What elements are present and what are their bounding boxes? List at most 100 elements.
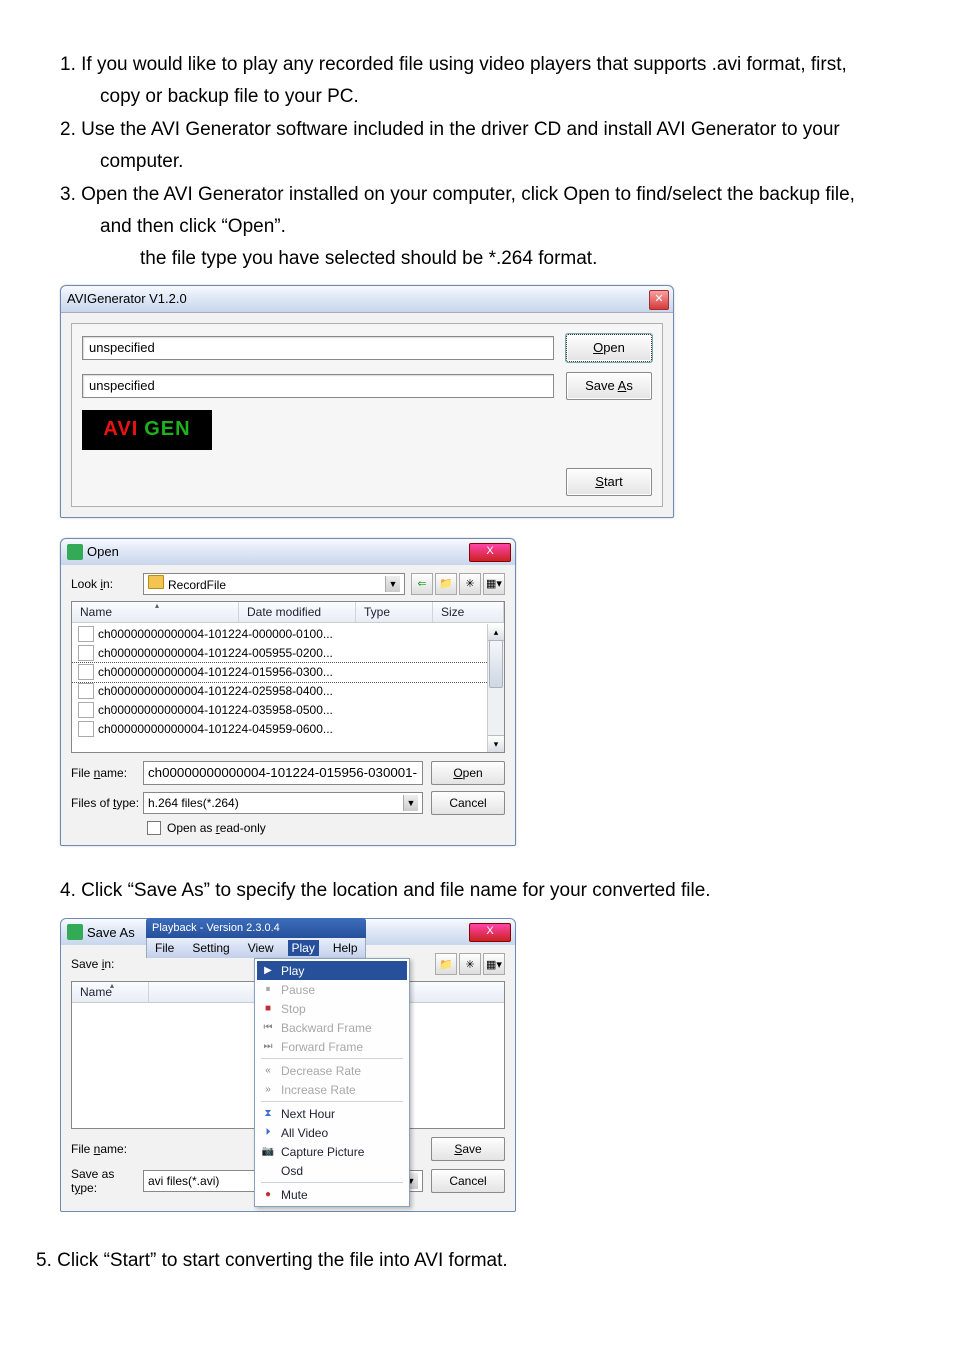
menu-separator (261, 1101, 403, 1102)
camera-icon: 📷 (261, 1145, 275, 1159)
open-button[interactable]: Open (566, 334, 652, 362)
cancel-button[interactable]: Cancel (431, 1169, 505, 1193)
open-read-only-label: Open as read-only (167, 821, 266, 835)
chevron-down-icon[interactable]: ▼ (403, 795, 418, 811)
instruction-5: 5. Click “Start” to start converting the… (36, 1246, 894, 1276)
save-as-button[interactable]: Save As (566, 372, 652, 400)
instruction-2: 2. Use the AVI Generator software includ… (60, 115, 894, 145)
look-in-combo[interactable]: RecordFile ▼ (143, 573, 405, 595)
playback-titlebar[interactable]: Playback - Version 2.3.0.4 (146, 918, 366, 938)
menu-item-play[interactable]: ▶Play (257, 961, 407, 980)
file-icon (78, 645, 94, 661)
menu-item-osd[interactable]: Osd (257, 1161, 407, 1180)
view-menu-icon[interactable]: ▦▾ (483, 953, 505, 975)
app-icon (67, 544, 83, 560)
save-as-title: Save As (87, 925, 135, 940)
look-in-label: Look in: (71, 577, 143, 591)
scroll-down-icon[interactable]: ▾ (488, 735, 504, 752)
close-icon[interactable]: X (469, 923, 511, 942)
open-dialog-title: Open (87, 544, 119, 559)
scroll-thumb[interactable] (489, 640, 503, 688)
chevron-down-icon[interactable]: ▼ (385, 576, 400, 592)
new-folder-icon[interactable]: ✳ (459, 953, 481, 975)
column-type[interactable]: Type (356, 602, 433, 622)
vertical-scrollbar[interactable]: ▴ ▾ (487, 624, 504, 752)
file-icon (78, 683, 94, 699)
column-name[interactable]: ▴Name (72, 602, 239, 622)
menu-item-increase-rate: »Increase Rate (257, 1080, 407, 1099)
menu-item-next-hour[interactable]: ⧗Next Hour (257, 1104, 407, 1123)
playback-window-overlay: Playback - Version 2.3.0.4 File Setting … (146, 918, 366, 1207)
file-icon (78, 721, 94, 737)
app-icon (67, 924, 83, 940)
menu-help[interactable]: Help (329, 940, 362, 956)
checkbox-icon[interactable] (147, 821, 161, 835)
new-folder-icon[interactable]: ✳ (459, 573, 481, 595)
view-menu-icon[interactable]: ▦▾ (483, 573, 505, 595)
instruction-3: 3. Open the AVI Generator installed on y… (60, 180, 894, 210)
mute-icon: ● (261, 1188, 275, 1202)
next-hour-icon: ⧗ (261, 1107, 275, 1121)
file-icon (78, 626, 94, 642)
up-folder-icon[interactable]: 📁 (435, 573, 457, 595)
close-icon[interactable]: X (469, 543, 511, 562)
frame-back-icon: ⏮ (261, 1021, 275, 1035)
save-in-label: Save in: (71, 957, 143, 971)
file-icon (78, 664, 94, 680)
avigenerator-window: AVIGenerator V1.2.0 ✕ Open Save As AVI G… (60, 285, 674, 518)
column-size[interactable]: Size (433, 602, 504, 622)
menu-view[interactable]: View (244, 940, 278, 956)
file-row[interactable]: ch00000000000004-101224-015956-0300... (72, 663, 504, 682)
cancel-button[interactable]: Cancel (431, 791, 505, 815)
menu-item-decrease-rate: «Decrease Rate (257, 1061, 407, 1080)
menu-item-mute[interactable]: ●Mute (257, 1185, 407, 1204)
file-row[interactable]: ch00000000000004-101224-005955-0200... (72, 644, 504, 663)
instruction-1: 1. If you would like to play any recorde… (60, 50, 894, 80)
open-read-only-check[interactable]: Open as read-only (147, 821, 505, 835)
logo-gen-text: GEN (144, 418, 190, 441)
frame-forward-icon: ⏭ (261, 1040, 275, 1054)
rate-down-icon: « (261, 1064, 275, 1078)
sort-asc-icon: ▴ (110, 981, 114, 990)
menu-item-all-video[interactable]: ⏵All Video (257, 1123, 407, 1142)
menu-setting[interactable]: Setting (188, 940, 233, 956)
avigen-logo: AVI GEN (82, 410, 212, 450)
column-date[interactable]: Date modified (239, 602, 356, 622)
menu-item-capture-picture[interactable]: 📷Capture Picture (257, 1142, 407, 1161)
menu-play[interactable]: Play (288, 940, 319, 956)
files-of-type-combo[interactable]: h.264 files(*.264) ▼ (143, 792, 423, 814)
file-row[interactable]: ch00000000000004-101224-025958-0400... (72, 682, 504, 701)
dest-path-input[interactable] (82, 374, 554, 398)
instruction-3-cont: and then click “Open”. (60, 212, 894, 242)
menu-item-backward-frame: ⏮Backward Frame (257, 1018, 407, 1037)
column-name[interactable]: ▴Name (72, 982, 149, 1002)
instruction-1-cont: copy or backup file to your PC. (60, 82, 894, 112)
back-icon[interactable]: ⇐ (411, 573, 433, 595)
menu-file[interactable]: File (151, 940, 178, 956)
menu-item-pause: ⏸Pause (257, 980, 407, 999)
menu-separator (261, 1182, 403, 1183)
source-path-input[interactable] (82, 336, 554, 360)
file-list-header[interactable]: ▴Name Date modified Type Size (72, 602, 504, 623)
open-dialog-titlebar[interactable]: Open X (61, 539, 515, 565)
playback-menubar[interactable]: File Setting View Play Help (146, 938, 366, 958)
file-icon (78, 702, 94, 718)
file-name-input[interactable] (143, 761, 423, 785)
scroll-up-icon[interactable]: ▴ (488, 624, 504, 641)
file-row[interactable]: ch00000000000004-101224-000000-0100... (72, 625, 504, 644)
instruction-2-cont: computer. (60, 147, 894, 177)
file-list[interactable]: ▴Name Date modified Type Size ch00000000… (71, 601, 505, 753)
open-button[interactable]: Open (431, 761, 505, 785)
avigenerator-titlebar[interactable]: AVIGenerator V1.2.0 ✕ (61, 286, 673, 313)
file-row[interactable]: ch00000000000004-101224-045959-0600... (72, 720, 504, 739)
start-button[interactable]: Start (566, 468, 652, 496)
instruction-4: 4. Click “Save As” to specify the locati… (60, 876, 894, 906)
file-row[interactable]: ch00000000000004-101224-035958-0500... (72, 701, 504, 720)
close-icon[interactable]: ✕ (649, 290, 669, 310)
look-in-folder: RecordFile (168, 578, 226, 592)
up-folder-icon[interactable]: 📁 (435, 953, 457, 975)
play-dropdown-menu: ▶Play ⏸Pause ■Stop ⏮Backward Frame ⏭Forw… (254, 958, 410, 1207)
rate-up-icon: » (261, 1083, 275, 1097)
save-button[interactable]: Save (431, 1137, 505, 1161)
logo-avi-text: AVI (103, 418, 138, 441)
